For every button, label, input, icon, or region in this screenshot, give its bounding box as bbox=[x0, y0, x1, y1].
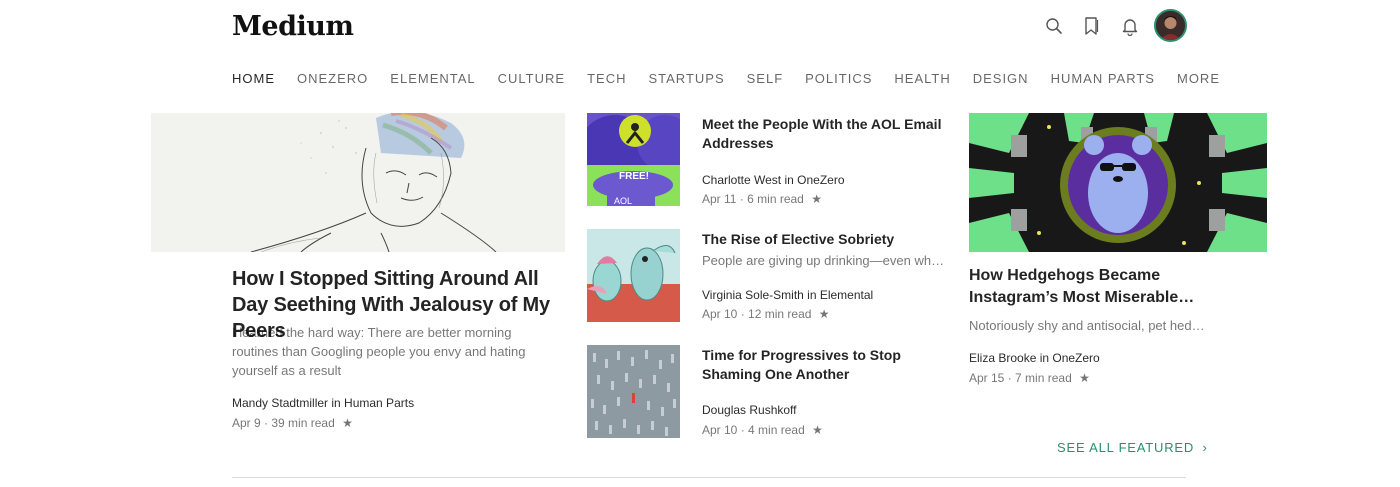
sobriety-story-subtitle[interactable]: People are giving up drinking—even when … bbox=[702, 253, 948, 268]
chevron-right-icon: › bbox=[1202, 440, 1208, 455]
aol-story-author[interactable]: Charlotte West in OneZero bbox=[702, 173, 845, 187]
hedgehog-story-date: Apr 15 bbox=[969, 371, 1005, 385]
main-story-date: Apr 9 bbox=[232, 416, 261, 430]
nav-self[interactable]: SELF bbox=[747, 71, 784, 86]
thumb-free-text: FREE! bbox=[619, 171, 649, 182]
sobriety-story-author[interactable]: Virginia Sole-Smith in Elemental bbox=[702, 288, 873, 302]
star-icon: ★ bbox=[812, 423, 823, 437]
nav-tech[interactable]: TECH bbox=[587, 71, 626, 86]
hedgehog-story-title[interactable]: How Hedgehogs Became Instagram’s Most Mi… bbox=[969, 265, 1219, 309]
sobriety-story-date: Apr 10 bbox=[702, 307, 738, 321]
main-story-author[interactable]: Mandy Stadtmiller in Human Parts bbox=[232, 396, 414, 410]
nav-startups[interactable]: STARTUPS bbox=[648, 71, 724, 86]
search-icon[interactable] bbox=[1043, 15, 1065, 37]
star-icon: ★ bbox=[811, 192, 822, 206]
sobriety-story-title[interactable]: The Rise of Elective Sobriety bbox=[702, 230, 952, 249]
thumb-aol-text: AOL bbox=[614, 196, 632, 206]
aol-story-title[interactable]: Meet the People With the AOL Email Addre… bbox=[702, 115, 952, 153]
sobriety-story-read-time: 12 min read bbox=[748, 307, 812, 321]
nav-more[interactable]: MORE bbox=[1177, 71, 1220, 86]
nav-health[interactable]: HEALTH bbox=[894, 71, 950, 86]
avatar[interactable] bbox=[1154, 9, 1187, 42]
sobriety-story-thumbnail[interactable] bbox=[587, 229, 680, 322]
nav-onezero[interactable]: ONEZERO bbox=[297, 71, 368, 86]
progressives-story-title[interactable]: Time for Progressives to Stop Shaming On… bbox=[702, 346, 952, 384]
progressives-story-author[interactable]: Douglas Rushkoff bbox=[702, 403, 797, 417]
nav-elemental[interactable]: ELEMENTAL bbox=[390, 71, 475, 86]
star-icon: ★ bbox=[342, 416, 353, 430]
nav-home[interactable]: HOME bbox=[232, 71, 275, 86]
progressives-story-meta: Apr 10 · 4 min read ★ bbox=[702, 423, 823, 437]
medium-logo[interactable]: Medium bbox=[232, 11, 354, 42]
aol-story-read-time: 6 min read bbox=[747, 192, 804, 206]
main-story-image[interactable] bbox=[151, 113, 565, 252]
aol-story-meta: Apr 11 · 6 min read ★ bbox=[702, 192, 822, 206]
progressives-story-thumbnail[interactable] bbox=[587, 345, 680, 438]
main-story-meta: Apr 9 · 39 min read ★ bbox=[232, 416, 353, 430]
star-icon: ★ bbox=[1079, 371, 1090, 385]
bell-icon[interactable] bbox=[1119, 15, 1141, 37]
aol-story-thumbnail[interactable]: FREE! AOL bbox=[587, 113, 680, 206]
main-story-read-time: 39 min read bbox=[271, 416, 335, 430]
nav-human-parts[interactable]: HUMAN PARTS bbox=[1051, 71, 1155, 86]
see-all-label: SEE ALL FEATURED bbox=[1057, 440, 1195, 455]
hedgehog-story-image[interactable] bbox=[969, 113, 1267, 252]
topic-nav: HOME ONEZERO ELEMENTAL CULTURE TECH STAR… bbox=[232, 71, 1242, 86]
progressives-story-read-time: 4 min read bbox=[748, 423, 805, 437]
hedgehog-story-read-time: 7 min read bbox=[1015, 371, 1072, 385]
section-divider bbox=[232, 477, 1186, 478]
hedgehog-story-subtitle[interactable]: Notoriously shy and antisocial, pet hedg… bbox=[969, 318, 1209, 333]
bookmark-icon[interactable] bbox=[1081, 15, 1103, 37]
see-all-featured-link[interactable]: SEE ALL FEATURED › bbox=[1057, 440, 1208, 455]
hedgehog-story-author[interactable]: Eliza Brooke in OneZero bbox=[969, 351, 1100, 365]
sobriety-story-meta: Apr 10 · 12 min read ★ bbox=[702, 307, 830, 321]
nav-politics[interactable]: POLITICS bbox=[805, 71, 872, 86]
nav-design[interactable]: DESIGN bbox=[973, 71, 1029, 86]
star-icon: ★ bbox=[818, 307, 830, 321]
nav-culture[interactable]: CULTURE bbox=[498, 71, 565, 86]
hedgehog-story-meta: Apr 15 · 7 min read ★ bbox=[969, 371, 1090, 385]
main-story-subtitle[interactable]: I learned the hard way: There are better… bbox=[232, 323, 542, 380]
aol-story-date: Apr 11 bbox=[702, 192, 737, 206]
progressives-story-date: Apr 10 bbox=[702, 423, 738, 437]
